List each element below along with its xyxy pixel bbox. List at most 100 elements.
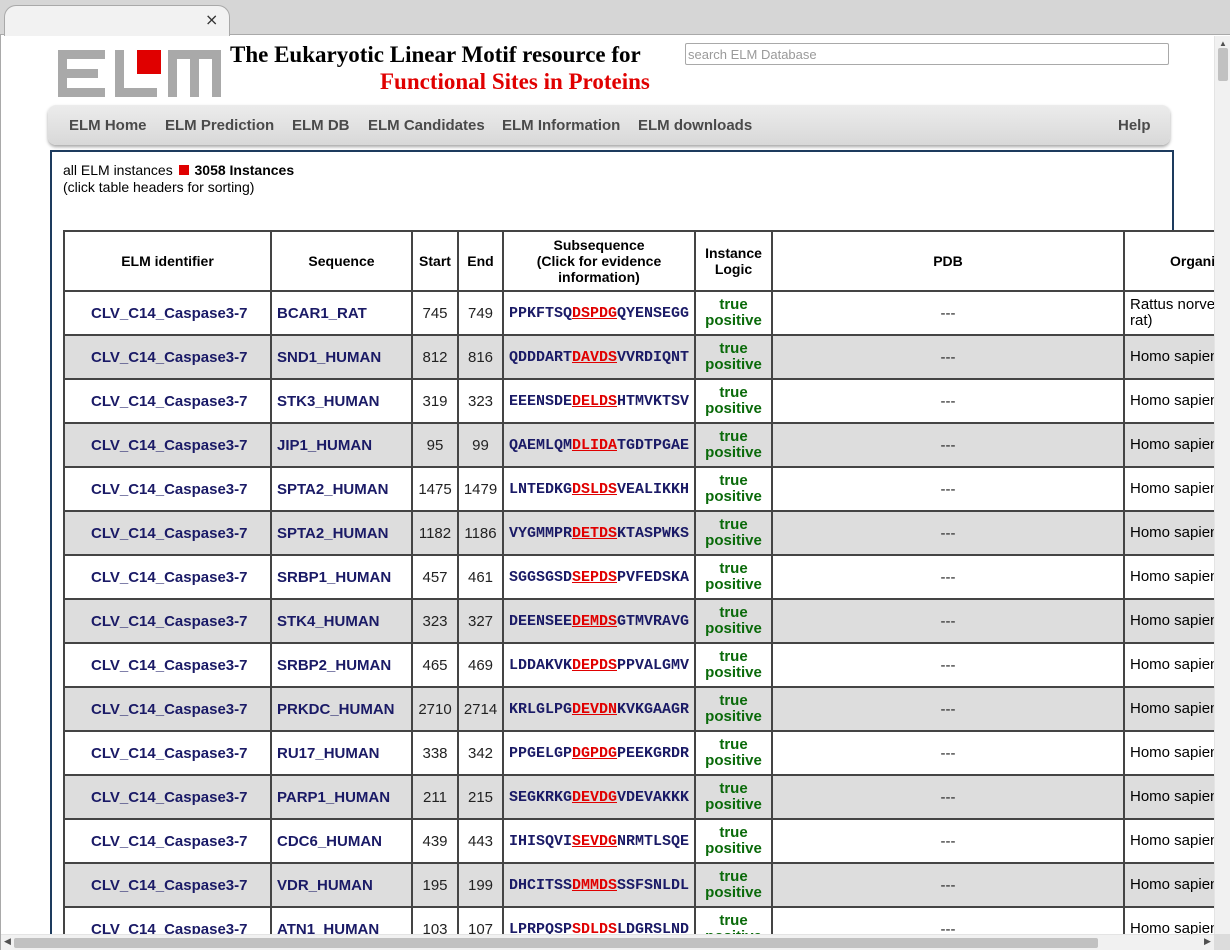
elm-identifier-link[interactable]: CLV_C14_Caspase3-7 xyxy=(63,334,272,380)
instance-logic-cell: truepositive xyxy=(694,290,773,336)
sequence-link[interactable]: CDC6_HUMAN xyxy=(270,818,413,864)
subsequence-link[interactable]: SGGSGSDSEPDSPVFEDSKA xyxy=(502,554,696,600)
elm-identifier-link[interactable]: CLV_C14_Caspase3-7 xyxy=(63,510,272,556)
elm-identifier-link[interactable]: CLV_C14_Caspase3-7 xyxy=(63,598,272,644)
scroll-up-icon[interactable]: ▲ xyxy=(1219,39,1227,48)
elm-logo[interactable] xyxy=(58,50,221,97)
start-cell: 745 xyxy=(411,290,459,336)
elm-identifier-link[interactable]: CLV_C14_Caspase3-7 xyxy=(63,466,272,512)
pdb-cell: --- xyxy=(771,554,1125,600)
elm-identifier-link[interactable]: CLV_C14_Caspase3-7 xyxy=(63,554,272,600)
instance-logic-cell: truepositive xyxy=(694,334,773,380)
sequence-link[interactable]: SPTA2_HUMAN xyxy=(270,510,413,556)
organism-cell: Rattus norvegicus (Norwayrat) xyxy=(1123,290,1214,336)
instance-logic-cell: truepositive xyxy=(694,598,773,644)
subsequence-link[interactable]: QAEMLQMDLIDATGDTPGAE xyxy=(502,422,696,468)
elm-identifier-link[interactable]: CLV_C14_Caspase3-7 xyxy=(63,642,272,688)
subsequence-link[interactable]: LNTEDKGDSLDSVEALIKKH xyxy=(502,466,696,512)
organism-line1: Rattus norvegicus (Norway xyxy=(1130,296,1214,313)
subsequence-link[interactable]: SEGKRKGDEVDGVDEVAKKK xyxy=(502,774,696,820)
sequence-link[interactable]: JIP1_HUMAN xyxy=(270,422,413,468)
sequence-link[interactable]: SPTA2_HUMAN xyxy=(270,466,413,512)
header-start[interactable]: Start xyxy=(411,230,459,292)
subsequence-link[interactable]: PPGELGPDGPDGPEEKGRDR xyxy=(502,730,696,776)
elm-identifier-link[interactable]: CLV_C14_Caspase3-7 xyxy=(63,862,272,908)
subsequence-link[interactable]: DHCITSSDMMDSSSFSNLDL xyxy=(502,862,696,908)
table-row: CLV_C14_Caspase3-7 JIP1_HUMAN 95 99 QAEMLQMD… xyxy=(63,422,1214,468)
header-subsequence-line1: Subsequence xyxy=(553,237,645,253)
instance-logic-cell: truepositive xyxy=(694,818,773,864)
sequence-link[interactable]: SRBP1_HUMAN xyxy=(270,554,413,600)
sequence-link[interactable]: STK4_HUMAN xyxy=(270,598,413,644)
pdb-cell: --- xyxy=(771,510,1125,556)
elm-identifier-link[interactable]: CLV_C14_Caspase3-7 xyxy=(63,686,272,732)
logic-line2: positive xyxy=(705,620,762,637)
elm-identifier-link[interactable]: CLV_C14_Caspase3-7 xyxy=(63,290,272,336)
subsequence-link[interactable]: LPRPQSPSDLDSLDGRSLND xyxy=(502,906,696,934)
pdb-cell: --- xyxy=(771,422,1125,468)
pdb-cell: --- xyxy=(771,642,1125,688)
organism-cell: Homo sapiens (Human) xyxy=(1123,598,1214,644)
table-row: CLV_C14_Caspase3-7 PARP1_HUMAN 211 215 SEGKR… xyxy=(63,774,1214,820)
table-row: CLV_C14_Caspase3-7 BCAR1_RAT 745 749 PPKFTSQ… xyxy=(63,290,1214,336)
nav-elm-prediction[interactable]: ELM Prediction xyxy=(165,117,274,134)
header-end[interactable]: End xyxy=(457,230,504,292)
subsequence-link[interactable]: QDDDARTDAVDSVVRDIQNT xyxy=(502,334,696,380)
nav-elm-home[interactable]: ELM Home xyxy=(69,117,147,134)
subsequence-link[interactable]: KRLGLPGDEVDNKVKGAAGR xyxy=(502,686,696,732)
elm-identifier-link[interactable]: CLV_C14_Caspase3-7 xyxy=(63,378,272,424)
vertical-scroll-thumb[interactable] xyxy=(1218,48,1228,81)
header-elm-identifier[interactable]: ELM identifier xyxy=(63,230,272,292)
header-subsequence[interactable]: Subsequence (Click for evidence informat… xyxy=(502,230,696,292)
sequence-link[interactable]: PARP1_HUMAN xyxy=(270,774,413,820)
subsequence-link[interactable]: IHISQVISEVDGNRMTLSQE xyxy=(502,818,696,864)
sequence-link[interactable]: ATN1_HUMAN xyxy=(270,906,413,934)
sequence-link[interactable]: STK3_HUMAN xyxy=(270,378,413,424)
horizontal-scroll-thumb[interactable] xyxy=(14,938,1098,948)
scroll-right-icon[interactable]: ▶ xyxy=(1204,936,1211,947)
logic-line1: true xyxy=(719,604,748,621)
nav-elm-candidates[interactable]: ELM Candidates xyxy=(368,117,485,134)
search-input[interactable] xyxy=(685,43,1169,65)
nav-help[interactable]: Help xyxy=(1118,117,1151,134)
end-cell: 2714 xyxy=(457,686,504,732)
elm-identifier-link[interactable]: CLV_C14_Caspase3-7 xyxy=(63,774,272,820)
header-sequence[interactable]: Sequence xyxy=(270,230,413,292)
elm-identifier-link[interactable]: CLV_C14_Caspase3-7 xyxy=(63,422,272,468)
header-instance-logic[interactable]: Instance Logic xyxy=(694,230,773,292)
nav-elm-db[interactable]: ELM DB xyxy=(292,117,350,134)
logic-line2: positive xyxy=(705,488,762,505)
start-cell: 457 xyxy=(411,554,459,600)
instance-logic-cell: truepositive xyxy=(694,422,773,468)
sequence-link[interactable]: BCAR1_RAT xyxy=(270,290,413,336)
subsequence-flank-right: NRMTLSQE xyxy=(617,832,690,850)
vertical-scrollbar[interactable]: ▲ xyxy=(1214,36,1230,934)
instances-label: all ELM instances xyxy=(63,162,173,178)
subsequence-link[interactable]: LDDAKVKDEPDSPPVALGMV xyxy=(502,642,696,688)
close-icon[interactable]: × xyxy=(205,10,218,30)
scroll-left-icon[interactable]: ◀ xyxy=(4,936,11,947)
elm-identifier-link[interactable]: CLV_C14_Caspase3-7 xyxy=(63,818,272,864)
browser-tab[interactable]: × xyxy=(4,5,230,36)
sequence-link[interactable]: VDR_HUMAN xyxy=(270,862,413,908)
header-organism[interactable]: Organism xyxy=(1123,230,1214,292)
sequence-link[interactable]: SND1_HUMAN xyxy=(270,334,413,380)
nav-elm-information[interactable]: ELM Information xyxy=(502,117,620,134)
subsequence-link[interactable]: EEENSDEDELDSHTMVKTSV xyxy=(502,378,696,424)
pdb-cell: --- xyxy=(771,290,1125,336)
subsequence-link[interactable]: VYGMMPRDETDSKTASPWKS xyxy=(502,510,696,556)
elm-identifier-link[interactable]: CLV_C14_Caspase3-7 xyxy=(63,730,272,776)
nav-elm-downloads[interactable]: ELM downloads xyxy=(638,117,752,134)
subsequence-flank-left: LNTEDKG xyxy=(508,480,572,498)
elm-identifier-link[interactable]: CLV_C14_Caspase3-7 xyxy=(63,906,272,934)
subsequence-link[interactable]: PPKFTSQDSPDGQYENSEGG xyxy=(502,290,696,336)
sequence-link[interactable]: RU17_HUMAN xyxy=(270,730,413,776)
subsequence-link[interactable]: DEENSEEDEMDSGTMVRAVG xyxy=(502,598,696,644)
sequence-link[interactable]: SRBP2_HUMAN xyxy=(270,642,413,688)
subsequence-flank-right: KTASPWKS xyxy=(617,524,690,542)
header-logic-line2: Logic xyxy=(714,261,753,277)
logic-line1: true xyxy=(719,648,748,665)
horizontal-scrollbar[interactable]: ◀ ▶ xyxy=(1,934,1214,950)
sequence-link[interactable]: PRKDC_HUMAN xyxy=(270,686,413,732)
header-pdb[interactable]: PDB xyxy=(771,230,1125,292)
